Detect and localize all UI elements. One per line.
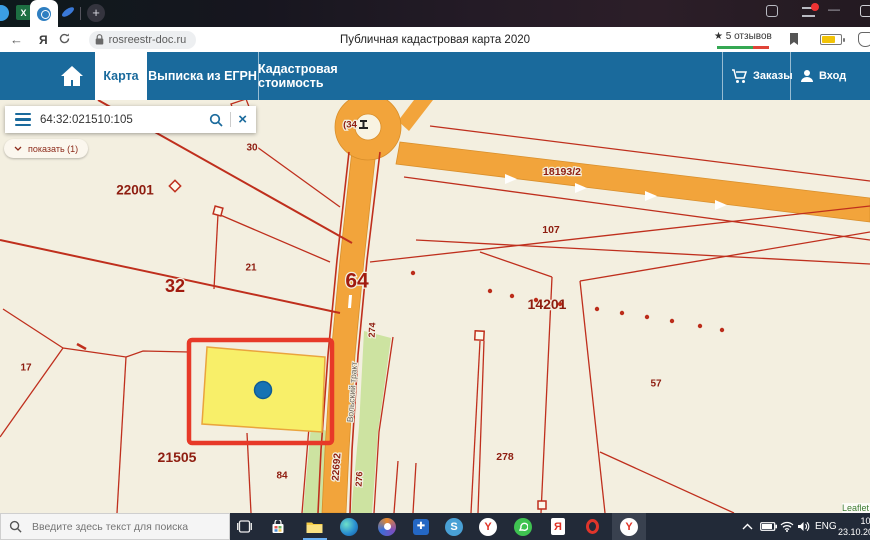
site-rating[interactable]: ★ 5 отзывов	[714, 31, 772, 42]
feather-tab-icon[interactable]	[60, 5, 76, 19]
map-label: 64	[345, 270, 369, 293]
tray-time: 10:28	[860, 516, 870, 526]
tab-egrn-extract[interactable]: Выписка из ЕГРН	[147, 52, 258, 100]
map-point-dot	[533, 297, 539, 303]
yandex-browser-icon[interactable]: Y	[479, 517, 497, 536]
map-label: 18193/2	[543, 166, 581, 178]
search-result-marker[interactable]	[253, 380, 273, 400]
protect-icon[interactable]	[858, 32, 870, 47]
edge-icon[interactable]	[340, 517, 358, 536]
lock-icon	[95, 34, 103, 45]
active-tab[interactable]	[30, 0, 58, 27]
map-label: 21	[245, 263, 257, 274]
map-label: 32	[165, 276, 185, 296]
partial-tab-icon[interactable]	[0, 5, 9, 21]
tray-volume-icon[interactable]	[797, 513, 810, 540]
maximize-button[interactable]	[860, 5, 870, 17]
map-label: 17	[20, 363, 32, 374]
tray-battery-icon[interactable]	[760, 513, 777, 540]
site-favicon	[37, 6, 51, 21]
new-tab-button[interactable]: +	[87, 4, 105, 22]
refresh-icon[interactable]	[58, 32, 71, 48]
opera-icon[interactable]	[583, 518, 601, 536]
cart-icon	[732, 68, 748, 83]
cadastral-map[interactable]: 22001 30 (34 32 21 64 18193/2 107 14201 274 57 278 2…	[0, 93, 870, 514]
tray-chevron-icon[interactable]	[742, 513, 753, 540]
skype-icon[interactable]: S	[445, 517, 463, 536]
url-field[interactable]: rosreestr-doc.ru	[88, 30, 197, 49]
whatsapp-icon[interactable]	[514, 517, 532, 536]
address-bar: ← Я rosreestr-doc.ru Публичная кадастров…	[0, 27, 870, 52]
tray-date: 23.10.2020	[838, 526, 870, 537]
map-label: 22692	[331, 452, 344, 481]
home-icon	[61, 66, 83, 86]
download-badge	[811, 3, 819, 11]
tab-map[interactable]: Карта	[95, 52, 147, 100]
taskbar-search-input[interactable]	[30, 519, 225, 534]
clear-search-icon[interactable]: ×	[238, 112, 247, 127]
map-point-dot	[410, 270, 416, 276]
home-button[interactable]	[50, 52, 94, 100]
map-label: 278	[496, 451, 514, 463]
map-label: 30	[246, 143, 258, 154]
page-title: Публичная кадастровая карта 2020	[339, 33, 531, 46]
battery-icon[interactable]	[820, 34, 845, 45]
map-point-dot	[669, 318, 675, 324]
star-icon: ★	[714, 31, 726, 42]
tray-clock[interactable]: 10:28 23.10.2020	[838, 516, 870, 537]
rating-bar	[717, 46, 769, 49]
cadastral-search-input[interactable]	[40, 113, 210, 126]
map-point-dot	[509, 293, 515, 299]
yandex-icon[interactable]: Я	[39, 33, 48, 47]
excel-tab-icon[interactable]: X	[16, 5, 31, 20]
map-point-dot	[644, 314, 650, 320]
screen: X + — ← Я rosreestr-doc.ru Публичная кад…	[0, 0, 870, 540]
site-navbar: Карта Выписка из ЕГРН Кадастровая стоимо…	[0, 52, 870, 100]
map-search-panel: ×	[5, 106, 256, 133]
map-point-dot	[619, 310, 625, 316]
map-label: 21505	[158, 449, 197, 465]
map-label: 107	[542, 224, 560, 236]
menu-icon[interactable]	[15, 112, 31, 127]
windows-taskbar: ✚ S Y Я Y ENG 10:28 23.10.2020	[0, 513, 870, 540]
orders-button[interactable]: Заказы	[731, 52, 793, 100]
tab-cadastral-value[interactable]: Кадастровая стоимость	[258, 52, 398, 100]
chevron-down-icon	[14, 146, 22, 151]
map-label: 274	[367, 322, 378, 338]
paint-3d-icon[interactable]	[378, 517, 396, 536]
tray-wifi-icon[interactable]	[780, 513, 794, 540]
bookmark-icon[interactable]	[789, 33, 799, 51]
map-point-dot	[487, 288, 493, 294]
yandex-search-icon[interactable]: Я	[549, 518, 567, 536]
back-icon[interactable]: ←	[10, 32, 23, 47]
file-explorer-icon[interactable]	[305, 518, 323, 536]
map-label: 22001	[116, 183, 154, 198]
tab-separator	[80, 7, 81, 20]
map-label: 57	[650, 379, 662, 390]
ms-store-icon[interactable]	[269, 518, 287, 536]
map-label: 276	[353, 471, 364, 487]
map-point-dot	[557, 301, 563, 307]
active-yandex-browser-icon[interactable]: Y	[620, 517, 638, 536]
side-panel-icon[interactable]	[766, 5, 778, 17]
taskbar-search[interactable]	[0, 513, 230, 540]
map-label: 84	[276, 471, 288, 482]
map-point-dot	[594, 306, 600, 312]
browser-titlebar: X + —	[0, 0, 870, 27]
login-button[interactable]: Вход	[800, 52, 846, 100]
search-icon[interactable]	[209, 113, 223, 127]
map-point-dot	[719, 327, 725, 333]
minimize-button[interactable]: —	[828, 2, 840, 16]
map-canvas[interactable]: 2200130(3432216418193/210714201274572782…	[0, 93, 870, 514]
windows-search-icon	[9, 520, 22, 533]
task-view-icon[interactable]	[235, 518, 253, 536]
tray-language[interactable]: ENG	[815, 513, 837, 540]
map-attribution[interactable]: Leaflet	[842, 503, 870, 513]
url-text: rosreestr-doc.ru	[108, 33, 187, 46]
map-label: (34	[343, 120, 357, 131]
user-icon	[801, 70, 813, 82]
map-point-dot	[697, 323, 703, 329]
show-results-button[interactable]: показать (1)	[4, 139, 89, 158]
blue-app-icon[interactable]: ✚	[412, 518, 430, 536]
